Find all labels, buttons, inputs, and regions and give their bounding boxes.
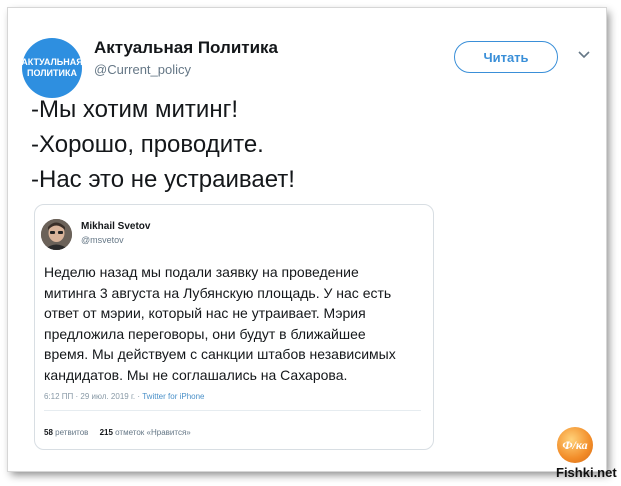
account-handle[interactable]: @Current_policy (94, 62, 191, 77)
source-link[interactable]: Twitter for iPhone (142, 392, 204, 401)
quoted-timestamp: 6:12 ПП · 29 июл. 2019 г. · Twitter for … (44, 392, 204, 401)
avatar-line-2: ПОЛИТИКА (27, 68, 77, 78)
quoted-line: предложила переговоры, они будут в ближа… (44, 325, 366, 342)
follow-button[interactable]: Читать (454, 41, 558, 73)
engagement-stats: 58 ретвитов 215 отметок «Нравится» (44, 428, 191, 437)
quoted-line: митинга 3 августа на Лубянскую площадь. … (44, 284, 392, 301)
tweet-text: -Мы хотим митинг! -Хорошо, проводите. -Н… (31, 92, 295, 197)
tweet-line: -Мы хотим митинг! (31, 96, 238, 123)
quoted-tweet[interactable]: Mikhail Svetov @msvetov Неделю назад мы … (34, 204, 434, 450)
chevron-down-icon[interactable] (577, 48, 591, 62)
quoted-text: Неделю назад мы подали заявку на проведе… (44, 262, 424, 385)
quoted-line: время. Мы действуем с санкции штабов нез… (44, 346, 396, 362)
tweet-line: -Хорошо, проводите. (31, 131, 264, 158)
account-avatar[interactable]: АКТУАЛЬНАЯ ПОЛИТИКА (21, 38, 83, 98)
quoted-line: ответ от мэрии, который нас не утраивает… (44, 305, 366, 321)
retweets-label[interactable]: ретвитов (55, 428, 88, 437)
quoted-line: кандидатов. Мы не соглашались на Сахаров… (44, 366, 348, 383)
quoted-line: Неделю назад мы подали заявку на проведе… (44, 264, 359, 280)
watermark: Fishki.net (556, 465, 617, 480)
retweets-count[interactable]: 58 (44, 428, 53, 437)
divider (44, 410, 421, 411)
quoted-name[interactable]: Mikhail Svetov (81, 221, 150, 232)
likes-label[interactable]: отметок «Нравится» (115, 428, 191, 437)
fishki-logo: Ф/ка (557, 427, 593, 463)
tweet-line: -Нас это не устраивает! (31, 166, 295, 193)
account-name[interactable]: Актуальная Политика (94, 38, 278, 58)
timestamp-text[interactable]: 6:12 ПП · 29 июл. 2019 г. · (44, 392, 140, 401)
likes-count[interactable]: 215 (100, 428, 113, 437)
quoted-handle[interactable]: @msvetov (81, 235, 124, 245)
quoted-avatar[interactable] (41, 219, 72, 250)
avatar-line-1: АКТУАЛЬНАЯ (21, 57, 83, 67)
